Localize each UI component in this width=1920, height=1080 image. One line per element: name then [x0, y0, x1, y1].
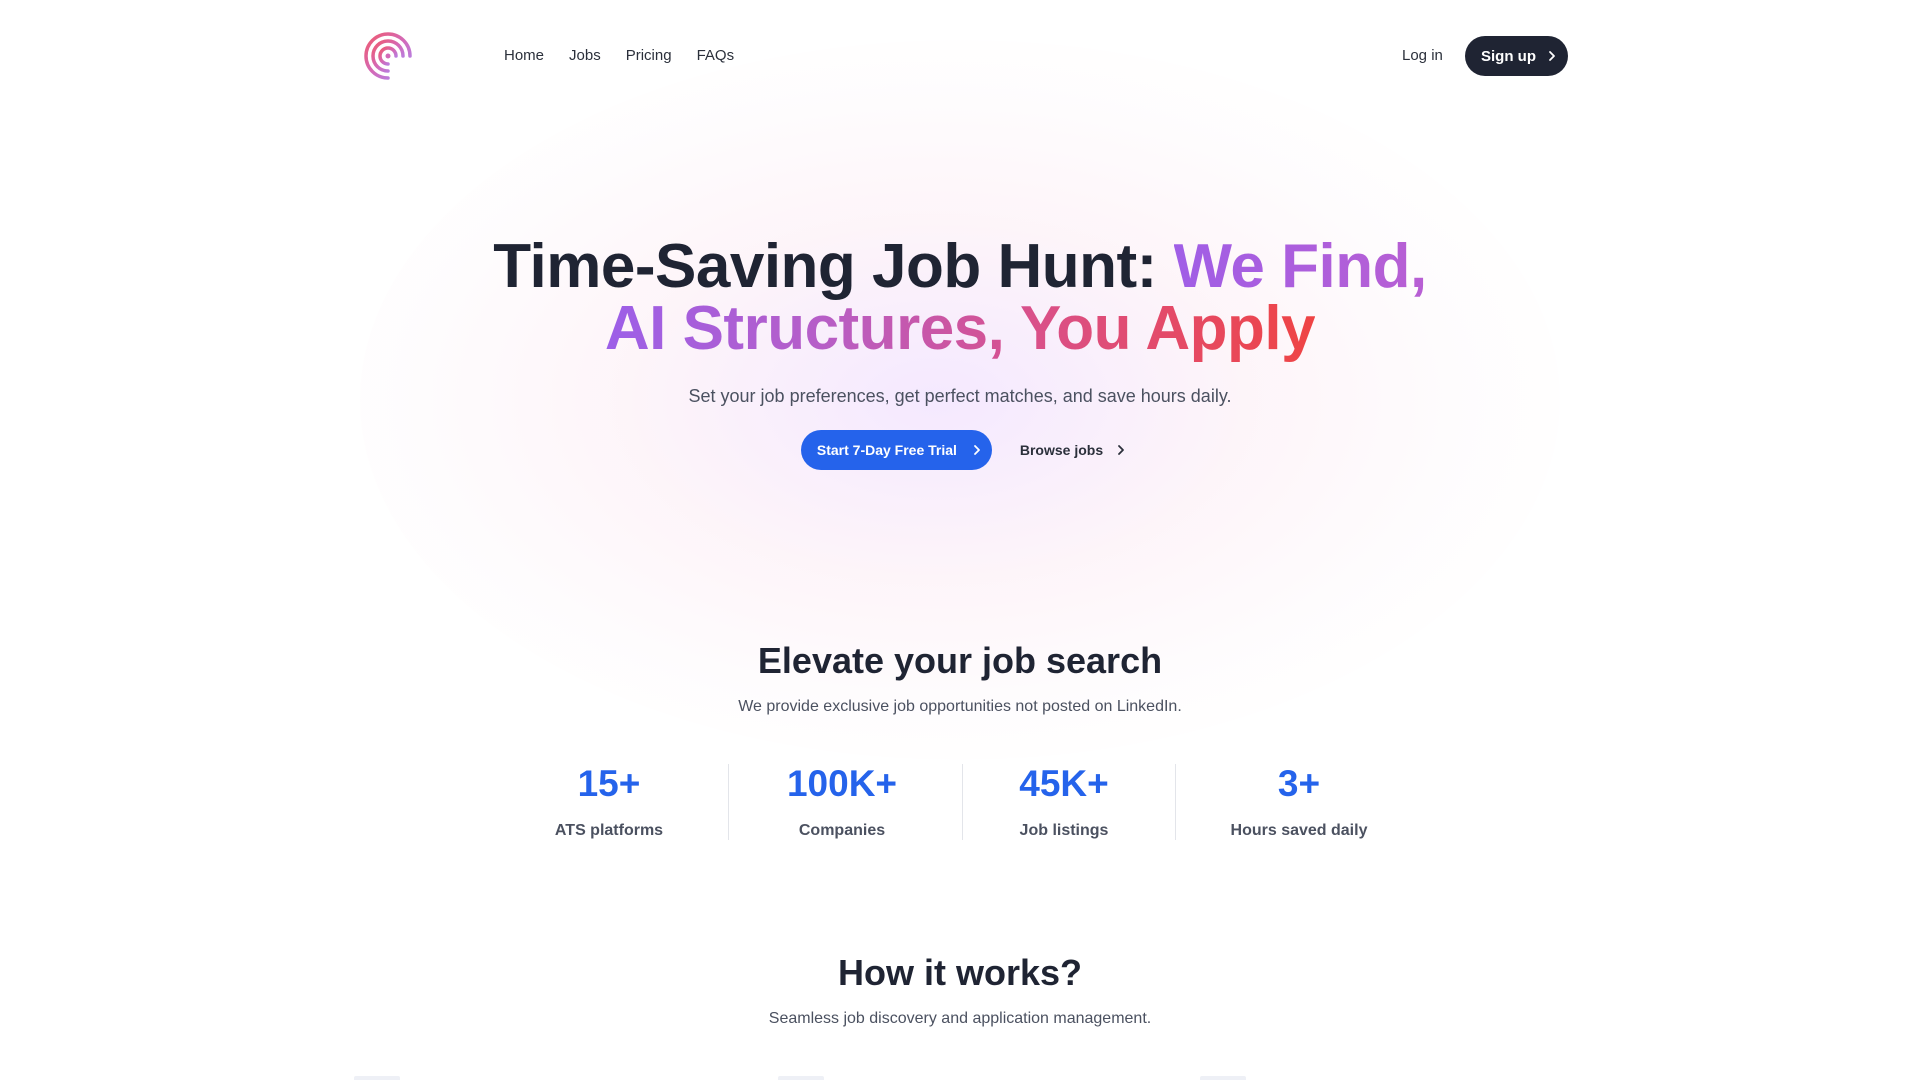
nav-link-faqs[interactable]: FAQs: [697, 46, 735, 66]
hero-title-part3: AI Structures, You Apply: [604, 294, 1316, 363]
browse-jobs-label: Browse jobs: [1019, 442, 1104, 458]
elevate-title: Elevate your job search: [757, 640, 1163, 681]
hero-cta-group: Start 7-Day Free Trial Browse jobs: [0, 430, 1920, 470]
chevron-right-icon: [1549, 51, 1555, 61]
stat-label: Job listings: [1019, 822, 1109, 839]
stat-ats-platforms: 15+ ATS platforms: [499, 764, 719, 840]
stat-divider: [728, 764, 729, 840]
stat-companies: 100K+ Companies: [732, 764, 952, 840]
nav-link-jobs[interactable]: Jobs: [569, 46, 601, 66]
how-it-works-section: How it works? Seamless job discovery and…: [0, 952, 1920, 1028]
signup-button[interactable]: Sign up: [1465, 36, 1568, 76]
login-link[interactable]: Log in: [1402, 46, 1443, 66]
elevate-subtitle: We provide exclusive job opportunities n…: [738, 698, 1182, 715]
hero-title-part2: We Find,: [1173, 232, 1428, 301]
chevron-right-icon: [974, 445, 980, 455]
signup-button-label: Sign up: [1481, 47, 1536, 65]
stat-hours-saved: 3+ Hours saved daily: [1189, 764, 1409, 840]
step-card-peek: [354, 1076, 400, 1080]
stat-value: 15+: [577, 763, 641, 804]
chevron-right-icon: [1118, 445, 1125, 455]
hero-title: Time-Saving Job Hunt: We Find, AI Struct…: [0, 236, 1920, 360]
step-card-peek: [778, 1076, 824, 1080]
stat-divider: [1175, 764, 1176, 840]
stat-value: 100K+: [786, 763, 898, 804]
how-it-works-subtitle: Seamless job discovery and application m…: [768, 1010, 1152, 1027]
main-nav-links: Home Jobs Pricing FAQs: [504, 46, 734, 66]
start-free-trial-button[interactable]: Start 7-Day Free Trial: [800, 430, 992, 470]
step-card-peek: [1200, 1076, 1246, 1080]
start-free-trial-label: Start 7-Day Free Trial: [816, 442, 957, 458]
elevate-section: Elevate your job search We provide exclu…: [0, 640, 1920, 716]
nav-link-pricing[interactable]: Pricing: [626, 46, 672, 66]
hero-subtitle: Set your job preferences, get perfect ma…: [688, 386, 1232, 406]
hero-title-part1: Time-Saving Job Hunt:: [493, 232, 1174, 301]
stat-value: 3+: [1277, 763, 1321, 804]
stat-value: 45K+: [1019, 763, 1109, 804]
stat-label: Hours saved daily: [1230, 822, 1368, 839]
spiral-logo-icon[interactable]: [360, 28, 416, 84]
nav-link-home[interactable]: Home: [504, 46, 544, 66]
top-navigation: Home Jobs Pricing FAQs Log in Sign up: [0, 0, 1920, 112]
browse-jobs-button[interactable]: Browse jobs: [1020, 442, 1127, 458]
stat-label: Companies: [798, 822, 886, 839]
stat-label: ATS platforms: [554, 822, 664, 839]
hero-section: Time-Saving Job Hunt: We Find, AI Struct…: [0, 236, 1920, 470]
landing-page: Home Jobs Pricing FAQs Log in Sign up Ti…: [0, 0, 1920, 1080]
stat-job-listings: 45K+ Job listings: [954, 764, 1174, 840]
how-it-works-title: How it works?: [837, 952, 1083, 993]
